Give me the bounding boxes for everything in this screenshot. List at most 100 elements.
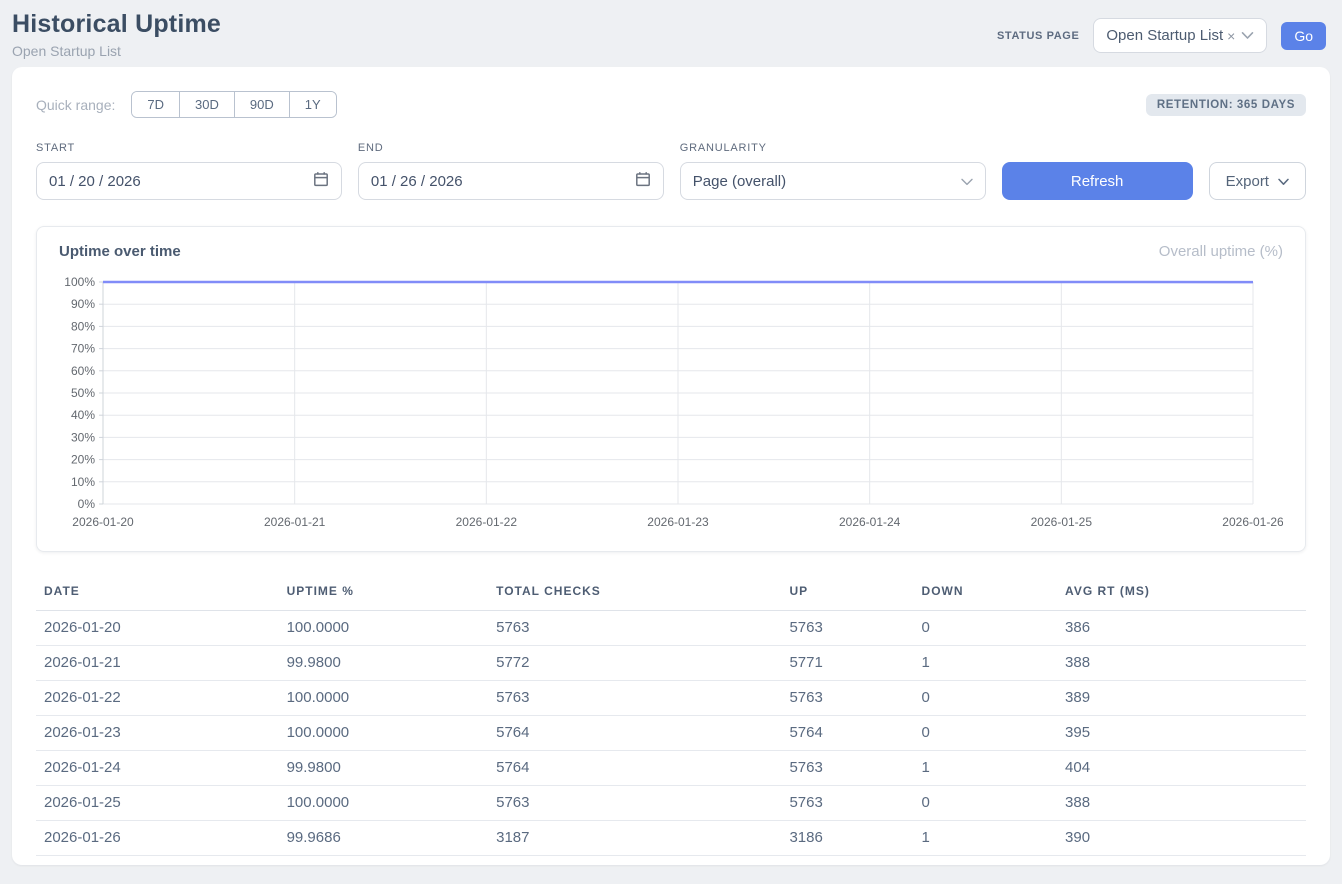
svg-text:10%: 10% (71, 475, 95, 489)
table-cell: 100.0000 (279, 786, 489, 821)
table-cell: 5764 (781, 716, 913, 751)
filter-form: START 01 / 20 / 2026 END 01 / 26 / 2026 … (36, 142, 1306, 200)
table-header: DATEUPTIME %TOTAL CHECKSUPDOWNAVG RT (MS… (36, 576, 1306, 611)
table-cell: 3186 (781, 821, 913, 856)
svg-text:20%: 20% (71, 453, 95, 467)
quick-range-90d[interactable]: 90D (235, 92, 290, 117)
table-cell: 5763 (488, 786, 781, 821)
table-cell: 2026-01-23 (36, 716, 279, 751)
table-cell: 389 (1057, 681, 1306, 716)
chart-card: Uptime over time Overall uptime (%) 0%10… (36, 226, 1306, 552)
end-date-input[interactable]: 01 / 26 / 2026 (358, 162, 664, 200)
table-cell: 2026-01-22 (36, 681, 279, 716)
table-cell: 388 (1057, 646, 1306, 681)
status-page-label: STATUS PAGE (997, 30, 1079, 42)
quick-range-label: Quick range: (36, 97, 115, 113)
svg-text:100%: 100% (64, 275, 95, 289)
column-header: AVG RT (MS) (1057, 576, 1306, 611)
svg-text:50%: 50% (71, 386, 95, 400)
uptime-table: DATEUPTIME %TOTAL CHECKSUPDOWNAVG RT (MS… (36, 576, 1306, 856)
table-cell: 404 (1057, 751, 1306, 786)
table-cell: 100.0000 (279, 681, 489, 716)
granularity-label: GRANULARITY (680, 142, 986, 154)
status-page-select[interactable]: Open Startup List × (1093, 18, 1267, 53)
go-button[interactable]: Go (1281, 22, 1326, 50)
export-button[interactable]: Export (1209, 162, 1306, 200)
svg-text:2026-01-21: 2026-01-21 (264, 515, 326, 529)
start-date-value: 01 / 20 / 2026 (49, 173, 141, 190)
svg-text:40%: 40% (71, 408, 95, 422)
quick-range-7d[interactable]: 7D (132, 92, 180, 117)
export-button-label: Export (1226, 173, 1269, 190)
table-row: 2026-01-2499.9800576457631404 (36, 751, 1306, 786)
table-cell: 2026-01-26 (36, 821, 279, 856)
table-cell: 0 (914, 611, 1058, 646)
table-cell: 99.9686 (279, 821, 489, 856)
start-date-field: START 01 / 20 / 2026 (36, 142, 342, 200)
quick-range-30d[interactable]: 30D (180, 92, 235, 117)
svg-text:2026-01-23: 2026-01-23 (647, 515, 709, 529)
svg-text:2026-01-22: 2026-01-22 (456, 515, 518, 529)
column-header: TOTAL CHECKS (488, 576, 781, 611)
table-cell: 2026-01-21 (36, 646, 279, 681)
svg-text:90%: 90% (71, 297, 95, 311)
chevron-down-icon (1241, 31, 1254, 40)
table-cell: 3187 (488, 821, 781, 856)
table-cell: 5764 (488, 716, 781, 751)
status-page-select-value: Open Startup List (1106, 27, 1223, 44)
table-cell: 0 (914, 716, 1058, 751)
svg-text:2026-01-26: 2026-01-26 (1222, 515, 1283, 529)
table-cell: 5763 (781, 681, 913, 716)
table-cell: 100.0000 (279, 611, 489, 646)
table-cell: 5764 (488, 751, 781, 786)
table-cell: 388 (1057, 786, 1306, 821)
column-header: UP (781, 576, 913, 611)
table-cell: 2026-01-20 (36, 611, 279, 646)
start-date-input[interactable]: 01 / 20 / 2026 (36, 162, 342, 200)
end-date-label: END (358, 142, 664, 154)
chart-legend: Overall uptime (%) (1159, 243, 1283, 260)
table-cell: 2026-01-25 (36, 786, 279, 821)
chart-header: Uptime over time Overall uptime (%) (59, 243, 1283, 260)
chevron-down-icon (1278, 173, 1289, 190)
header-controls: STATUS PAGE Open Startup List × Go (997, 18, 1326, 53)
calendar-icon[interactable] (313, 171, 329, 191)
table-cell: 5772 (488, 646, 781, 681)
table-cell: 1 (914, 646, 1058, 681)
table-cell: 99.9800 (279, 646, 489, 681)
page-title: Historical Uptime (12, 10, 221, 39)
svg-text:2026-01-25: 2026-01-25 (1031, 515, 1093, 529)
svg-text:60%: 60% (71, 364, 95, 378)
end-date-field: END 01 / 26 / 2026 (358, 142, 664, 200)
table-cell: 395 (1057, 716, 1306, 751)
svg-text:30%: 30% (71, 430, 95, 444)
quick-range-group: 7D30D90D1Y (131, 91, 336, 118)
svg-text:2026-01-24: 2026-01-24 (839, 515, 901, 529)
table-cell: 5763 (781, 751, 913, 786)
column-header: DATE (36, 576, 279, 611)
page-subtitle: Open Startup List (12, 43, 221, 59)
refresh-button[interactable]: Refresh (1002, 162, 1193, 200)
svg-text:2026-01-20: 2026-01-20 (72, 515, 134, 529)
svg-text:80%: 80% (71, 319, 95, 333)
table-cell: 5763 (488, 681, 781, 716)
quick-range-1y[interactable]: 1Y (290, 92, 336, 117)
table-cell: 386 (1057, 611, 1306, 646)
start-date-label: START (36, 142, 342, 154)
uptime-line-chart: 0%10%20%30%40%50%60%70%80%90%100%2026-01… (59, 269, 1283, 537)
clear-selection-icon[interactable]: × (1227, 28, 1235, 44)
table-row: 2026-01-20100.0000576357630386 (36, 611, 1306, 646)
chevron-down-icon (961, 173, 973, 190)
granularity-select[interactable]: Page (overall) (680, 162, 986, 200)
granularity-field: GRANULARITY Page (overall) (680, 142, 986, 200)
table-row: 2026-01-2199.9800577257711388 (36, 646, 1306, 681)
table-cell: 5763 (488, 611, 781, 646)
table-cell: 2026-01-24 (36, 751, 279, 786)
toolbar-row: Quick range: 7D30D90D1Y RETENTION: 365 D… (36, 91, 1306, 118)
table-row: 2026-01-25100.0000576357630388 (36, 786, 1306, 821)
table-cell: 1 (914, 821, 1058, 856)
chart-title: Uptime over time (59, 243, 181, 260)
calendar-icon[interactable] (635, 171, 651, 191)
table-cell: 100.0000 (279, 716, 489, 751)
granularity-value: Page (overall) (693, 173, 786, 190)
